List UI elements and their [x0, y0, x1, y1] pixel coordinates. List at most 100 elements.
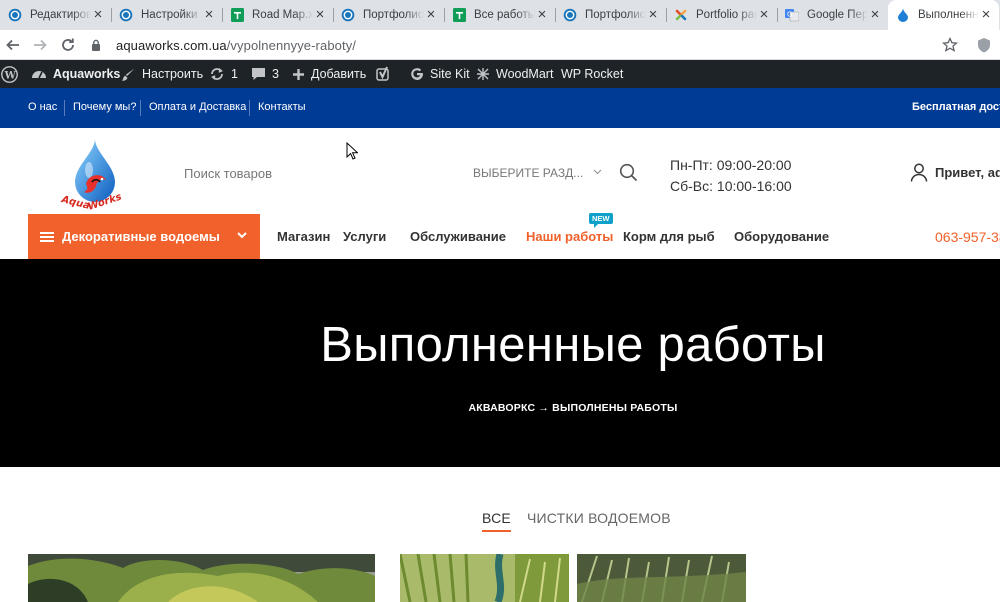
close-icon[interactable]: ×	[757, 7, 771, 22]
portfolio-filters: ВСЕ ЧИСТКИ ВОДОЕМОВ	[0, 510, 1000, 534]
close-icon[interactable]: ×	[91, 7, 105, 22]
wp-sitekit-label: Site Kit	[430, 67, 470, 81]
updates-icon	[211, 68, 223, 80]
svg-text:G: G	[787, 11, 792, 19]
wp-add-new-link[interactable]: Добавить	[292, 60, 366, 88]
top-divider	[249, 100, 250, 116]
aquaworks-logo[interactable]: Aqua Works	[58, 136, 124, 213]
browser-tab[interactable]: G Google Переводчик ×	[777, 0, 888, 30]
wp-sitekit-link[interactable]: Site Kit	[410, 60, 470, 88]
close-icon[interactable]: ×	[313, 7, 327, 22]
bookmark-star-icon[interactable]	[940, 35, 960, 55]
tab-title: Road Map.xlsx	[252, 9, 313, 21]
top-divider	[140, 100, 141, 116]
svg-text:W: W	[4, 70, 17, 81]
comment-icon	[252, 68, 265, 80]
joomla-icon	[674, 8, 688, 22]
nav-link-fish-food[interactable]: Корм для рыб	[623, 229, 715, 244]
google-g-icon	[411, 68, 424, 80]
tab-title: Редактировать	[30, 9, 91, 21]
close-icon[interactable]: ×	[202, 7, 216, 22]
wp-add-new-label: Добавить	[311, 67, 367, 81]
site-top-bar: О нас Почему мы? Оплата и Доставка Конта…	[0, 88, 1000, 128]
reload-icon[interactable]	[58, 35, 78, 55]
address-bar: aquaworks.com.ua/vypolnennyye-raboty/	[0, 30, 1000, 60]
working-hours: Пн-Пт: 09:00-20:00 Сб-Вс: 10:00-16:00	[670, 155, 792, 197]
aquaworks-icon	[896, 8, 910, 22]
tab-title: Google Переводчик	[807, 9, 868, 21]
page-hero: Выполненные работы АКВАВОРКС → ВЫПОЛНЕНЫ…	[0, 259, 1000, 467]
url-domain: aquaworks.com.ua	[116, 38, 227, 53]
top-divider	[64, 100, 65, 116]
sheets-icon	[230, 8, 244, 22]
hours-weekend: Сб-Вс: 10:00-16:00	[670, 178, 792, 194]
browser-tab[interactable]: Редактировать ×	[0, 0, 111, 30]
plus-icon	[293, 68, 304, 80]
nav-link-our-works[interactable]: Наши работы	[526, 229, 613, 244]
tab-title: Портфолио	[585, 9, 646, 21]
tab-title: Настройки Темы	[141, 9, 202, 21]
category-select[interactable]: ВЫБЕРИТЕ РАЗД...	[473, 166, 602, 180]
browser-tab-active[interactable]: Выполненные ×	[888, 0, 999, 30]
back-icon[interactable]	[3, 35, 23, 55]
browser-tab[interactable]: Road Map.xlsx ×	[222, 0, 333, 30]
categories-button[interactable]: Декоративные водоемы	[28, 214, 260, 259]
user-icon[interactable]	[910, 163, 928, 187]
wordpress-icon	[563, 8, 577, 22]
dashboard-icon	[32, 71, 46, 79]
browser-tab[interactable]: Настройки Темы ×	[111, 0, 222, 30]
close-icon[interactable]: ×	[868, 7, 882, 22]
nav-link-maintenance[interactable]: Обслуживание	[410, 229, 506, 244]
browser-tab[interactable]: Портфолио ×	[555, 0, 666, 30]
wp-updates-count: 1	[231, 67, 238, 81]
yoast-icon[interactable]	[376, 60, 397, 88]
sheets-icon	[452, 8, 466, 22]
tab-title: Портфолио	[363, 9, 424, 21]
wp-comments-count: 3	[272, 67, 279, 81]
browser-tab[interactable]: Portfolio page ×	[666, 0, 777, 30]
filter-pond-cleaning[interactable]: ЧИСТКИ ВОДОЕМОВ	[527, 510, 671, 526]
mouse-cursor-icon	[346, 142, 358, 160]
forward-icon[interactable]	[30, 35, 50, 55]
wp-woodmart-link[interactable]: WoodMart	[476, 60, 553, 88]
tab-title: Выполненные	[918, 9, 979, 21]
browser-tab[interactable]: Все работы ×	[444, 0, 555, 30]
chevron-down-icon	[237, 232, 247, 239]
top-link-contacts[interactable]: Контакты	[258, 101, 306, 113]
top-link-why-us[interactable]: Почему мы?	[73, 101, 136, 113]
wp-customize-link[interactable]: Настроить	[121, 60, 203, 88]
site-header: Aqua Works Поиск товаров ВЫБЕРИТЕ РАЗД..…	[0, 128, 1000, 214]
close-icon[interactable]: ×	[535, 7, 549, 22]
portfolio-image[interactable]	[577, 554, 746, 602]
close-icon[interactable]: ×	[979, 7, 993, 22]
breadcrumb[interactable]: АКВАВОРКС → ВЫПОЛНЕНЫ РАБОТЫ	[0, 402, 1000, 414]
nav-link-services[interactable]: Услуги	[343, 229, 386, 244]
search-icon[interactable]	[619, 163, 638, 187]
chevron-down-icon	[593, 169, 602, 175]
close-icon[interactable]: ×	[424, 7, 438, 22]
browser-tab[interactable]: Портфолио ×	[333, 0, 444, 30]
wp-woodmart-label: WoodMart	[496, 67, 554, 81]
top-link-about[interactable]: О нас	[28, 101, 57, 113]
search-input[interactable]: Поиск товаров	[184, 166, 272, 181]
wp-updates-link[interactable]: 1	[209, 60, 238, 88]
lock-icon[interactable]	[90, 35, 102, 55]
url-field[interactable]: aquaworks.com.ua/vypolnennyye-raboty/	[116, 38, 356, 53]
nav-link-shop[interactable]: Магазин	[277, 229, 330, 244]
filter-all[interactable]: ВСЕ	[482, 510, 511, 532]
close-icon[interactable]: ×	[646, 7, 660, 22]
wp-site-menu[interactable]: Aquaworks	[31, 60, 120, 88]
wp-site-name: Aquaworks	[53, 67, 121, 81]
user-greeting[interactable]: Привет, admin	[935, 165, 1000, 180]
portfolio-image[interactable]	[28, 554, 375, 602]
top-link-payment-delivery[interactable]: Оплата и Доставка	[149, 101, 246, 113]
nav-link-equipment[interactable]: Оборудование	[734, 229, 829, 244]
wp-customize-label: Настроить	[142, 67, 204, 81]
url-path: /vypolnennyye-raboty/	[226, 38, 357, 53]
extension-shield-icon[interactable]	[974, 35, 994, 55]
phone-number[interactable]: 063-957-38	[935, 229, 1000, 245]
wp-logo-icon[interactable]: W	[1, 60, 24, 88]
portfolio-image[interactable]	[400, 554, 569, 602]
wp-rocket-link[interactable]: WP Rocket	[561, 60, 623, 88]
wp-comments-link[interactable]: 3	[251, 60, 279, 88]
